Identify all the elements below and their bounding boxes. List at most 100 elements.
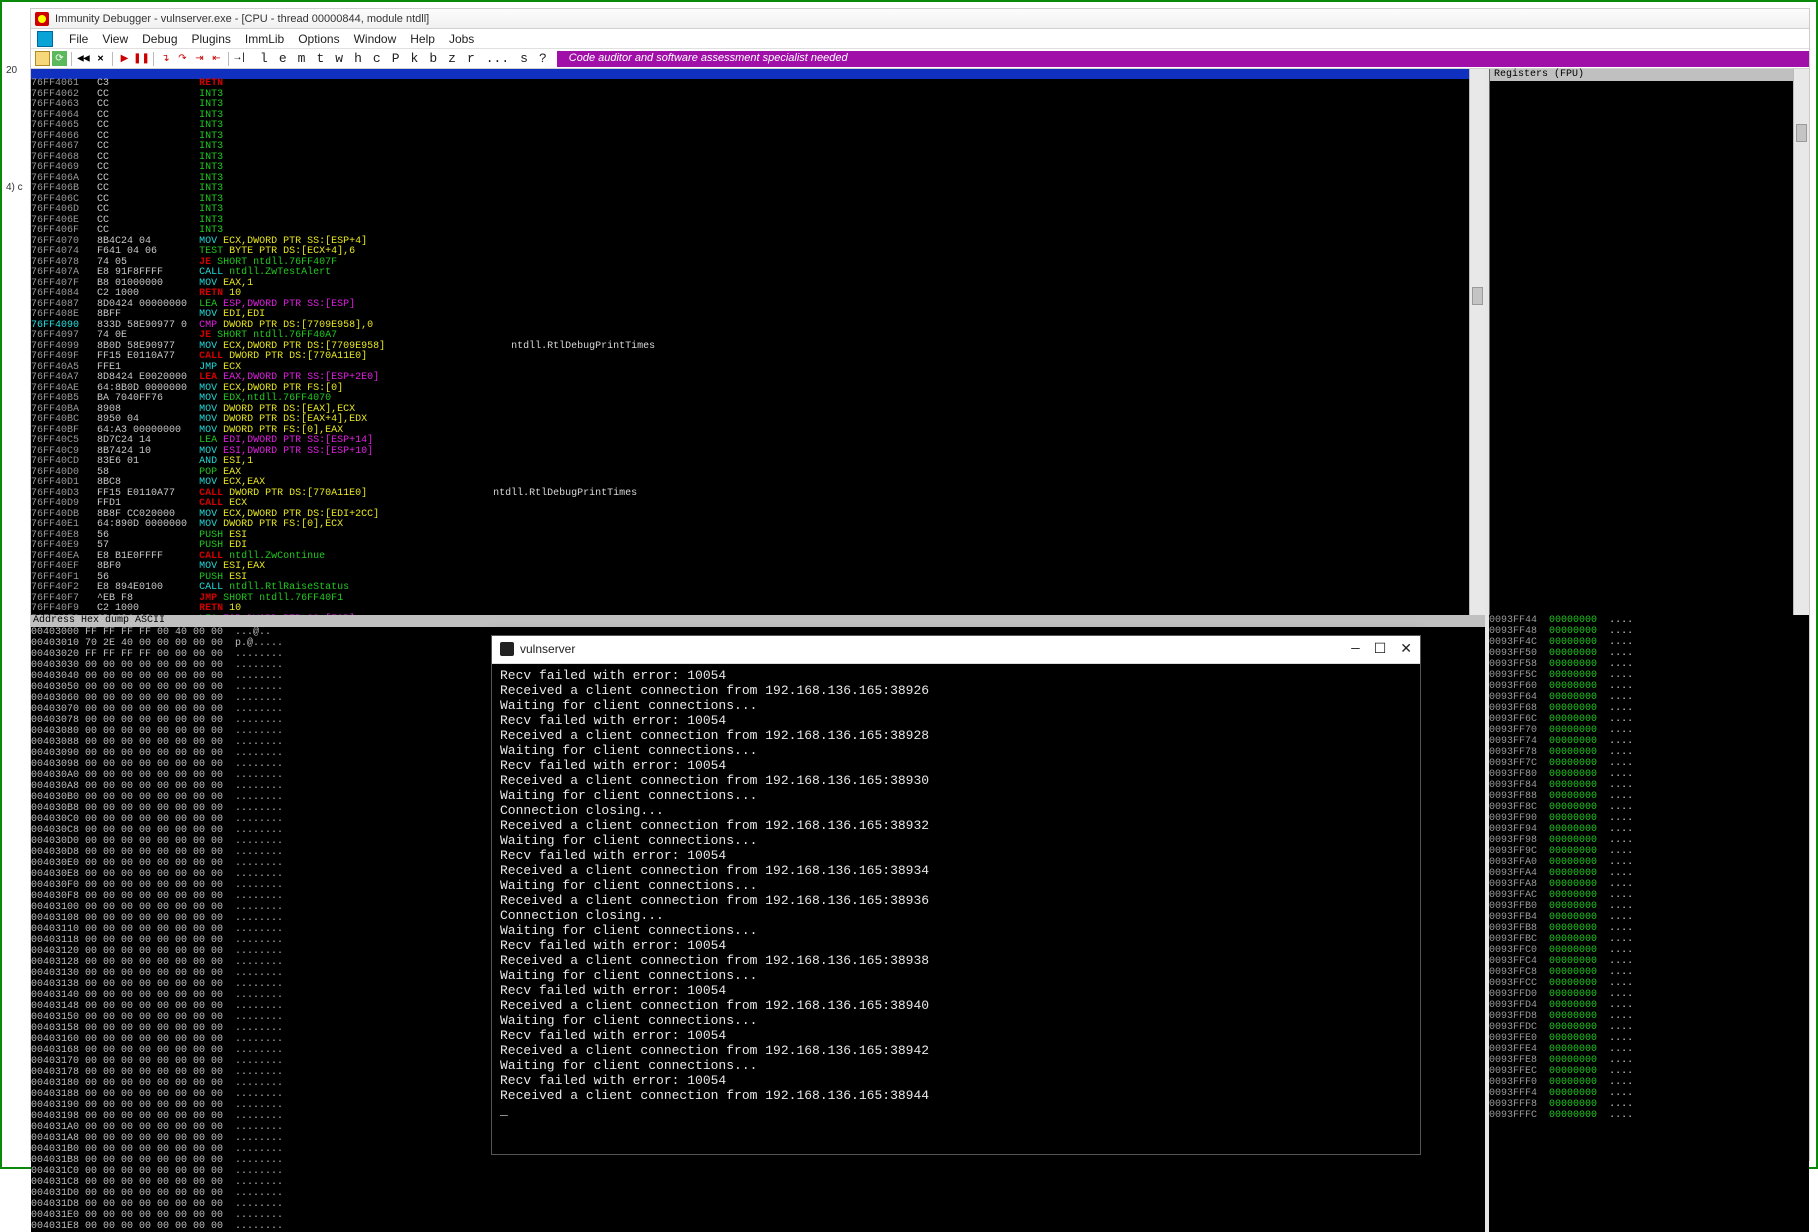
stack-row[interactable]: 0093FFB0 00000000 ....: [1489, 901, 1809, 912]
stack-row[interactable]: 0093FFDC 00000000 ....: [1489, 1022, 1809, 1033]
stack-row[interactable]: 0093FFF8 00000000 ....: [1489, 1099, 1809, 1110]
stack-row[interactable]: 0093FFA0 00000000 ....: [1489, 857, 1809, 868]
toolbar-letter-m[interactable]: m: [298, 51, 306, 66]
disasm-row[interactable]: 76FF40F7 ^EB F8 JMP SHORT ntdll.76FF40F1: [31, 594, 1485, 605]
close-button[interactable]: ✕: [1400, 641, 1412, 658]
menu-window[interactable]: Window: [354, 32, 397, 46]
toolbar-letter-h[interactable]: h: [354, 51, 362, 66]
dump-row[interactable]: 004031E0 00 00 00 00 00 00 00 00 .......…: [31, 1210, 1485, 1221]
disasm-row[interactable]: 76FF409F FF15 E0110A77 CALL DWORD PTR DS…: [31, 352, 1485, 363]
menu-immlib[interactable]: ImmLib: [245, 32, 284, 46]
step-over-button[interactable]: ↷: [175, 51, 190, 66]
stack-row[interactable]: 0093FFBC 00000000 ....: [1489, 934, 1809, 945]
stack-row[interactable]: 0093FF58 00000000 ....: [1489, 659, 1809, 670]
stack-row[interactable]: 0093FF50 00000000 ....: [1489, 648, 1809, 659]
stack-row[interactable]: 0093FF48 00000000 ....: [1489, 626, 1809, 637]
stack-row[interactable]: 0093FF78 00000000 ....: [1489, 747, 1809, 758]
toolbar-letter-P[interactable]: P: [392, 51, 400, 66]
open-button[interactable]: [35, 51, 50, 66]
maximize-button[interactable]: ☐: [1374, 641, 1387, 658]
dump-row[interactable]: 004031C0 00 00 00 00 00 00 00 00 .......…: [31, 1166, 1485, 1177]
scrollbar[interactable]: [1469, 69, 1485, 615]
stack-row[interactable]: 0093FFE8 00000000 ....: [1489, 1055, 1809, 1066]
stack-row[interactable]: 0093FF94 00000000 ....: [1489, 824, 1809, 835]
trace-over-button[interactable]: ⇤: [209, 51, 224, 66]
stack-row[interactable]: 0093FFA8 00000000 ....: [1489, 879, 1809, 890]
menu-debug[interactable]: Debug: [142, 32, 177, 46]
toolbar-letter-c[interactable]: c: [373, 51, 381, 66]
step-into-button[interactable]: ↴: [158, 51, 173, 66]
stack-row[interactable]: 0093FF84 00000000 ....: [1489, 780, 1809, 791]
stack-row[interactable]: 0093FFA4 00000000 ....: [1489, 868, 1809, 879]
stack-row[interactable]: 0093FF6C 00000000 ....: [1489, 714, 1809, 725]
toolbar-letter-w[interactable]: w: [335, 51, 343, 66]
stack-row[interactable]: 0093FFB8 00000000 ....: [1489, 923, 1809, 934]
dump-row[interactable]: 004031D0 00 00 00 00 00 00 00 00 .......…: [31, 1188, 1485, 1199]
stack-row[interactable]: 0093FF74 00000000 ....: [1489, 736, 1809, 747]
stack-row[interactable]: 0093FF68 00000000 ....: [1489, 703, 1809, 714]
titlebar[interactable]: Immunity Debugger - vulnserver.exe - [CP…: [31, 9, 1809, 29]
menu-view[interactable]: View: [102, 32, 128, 46]
stack-row[interactable]: 0093FFFC 00000000 ....: [1489, 1110, 1809, 1121]
stack-row[interactable]: 0093FF64 00000000 ....: [1489, 692, 1809, 703]
dump-row[interactable]: 004031E8 00 00 00 00 00 00 00 00 .......…: [31, 1221, 1485, 1232]
rewind-button[interactable]: ◀◀: [76, 51, 91, 66]
stack-row[interactable]: 0093FF5C 00000000 ....: [1489, 670, 1809, 681]
toolbar-letter-k[interactable]: k: [411, 51, 419, 66]
stack-row[interactable]: 0093FF7C 00000000 ....: [1489, 758, 1809, 769]
toolbar-letter-t[interactable]: t: [316, 51, 324, 66]
toolbar-letter-r[interactable]: r: [467, 51, 475, 66]
stack-row[interactable]: 0093FF60 00000000 ....: [1489, 681, 1809, 692]
disasm-row[interactable]: 76FF4069 CC INT3: [31, 163, 1485, 174]
toolbar-letter-?[interactable]: ?: [539, 51, 547, 66]
stack-row[interactable]: 0093FFC4 00000000 ....: [1489, 956, 1809, 967]
stack-row[interactable]: 0093FFAC 00000000 ....: [1489, 890, 1809, 901]
disassembly-pane[interactable]: 76FF4061 C3 RETN76FF4062 CC INT376FF4063…: [31, 69, 1489, 615]
stack-row[interactable]: 0093FFC8 00000000 ....: [1489, 967, 1809, 978]
stack-row[interactable]: 0093FF70 00000000 ....: [1489, 725, 1809, 736]
stack-row[interactable]: 0093FFD4 00000000 ....: [1489, 1000, 1809, 1011]
stack-row[interactable]: 0093FFE0 00000000 ....: [1489, 1033, 1809, 1044]
menu-plugins[interactable]: Plugins: [192, 32, 231, 46]
stack-row[interactable]: 0093FFE4 00000000 ....: [1489, 1044, 1809, 1055]
toolbar-letter-e[interactable]: e: [279, 51, 287, 66]
stack-row[interactable]: 0093FF8C 00000000 ....: [1489, 802, 1809, 813]
trace-into-button[interactable]: ⇥: [192, 51, 207, 66]
stack-row[interactable]: 0093FF88 00000000 ....: [1489, 791, 1809, 802]
system-menu-icon[interactable]: [37, 31, 53, 47]
disasm-row[interactable]: 76FF4067 CC INT3: [31, 142, 1485, 153]
registers-pane[interactable]: Registers (FPU): [1489, 69, 1809, 615]
disasm-row[interactable]: 76FF4065 CC INT3: [31, 121, 1485, 132]
toolbar-letter-...[interactable]: ...: [486, 51, 509, 66]
stack-row[interactable]: 0093FFF0 00000000 ....: [1489, 1077, 1809, 1088]
stack-pane[interactable]: 0093FF44 00000000 ....0093FF48 00000000 …: [1489, 615, 1809, 1232]
stack-row[interactable]: 0093FFB4 00000000 ....: [1489, 912, 1809, 923]
disasm-row[interactable]: 76FF40CD 83E6 01 AND ESI,1: [31, 457, 1485, 468]
stack-row[interactable]: 0093FFD8 00000000 ....: [1489, 1011, 1809, 1022]
stack-row[interactable]: 0093FFC0 00000000 ....: [1489, 945, 1809, 956]
toolbar-letter-l[interactable]: l: [260, 51, 268, 66]
disasm-row[interactable]: 76FF40E1 64:890D 0000000 MOV DWORD PTR F…: [31, 520, 1485, 531]
vulnserver-console-window[interactable]: vulnserver — ☐ ✕ Recv failed with error:…: [491, 635, 1421, 1155]
stack-row[interactable]: 0093FFD0 00000000 ....: [1489, 989, 1809, 1000]
disasm-row[interactable]: 76FF4061 C3 RETN: [31, 79, 1485, 90]
stack-row[interactable]: 0093FF90 00000000 ....: [1489, 813, 1809, 824]
minimize-button[interactable]: —: [1351, 641, 1359, 658]
disasm-row[interactable]: 76FF406D CC INT3: [31, 205, 1485, 216]
close-button[interactable]: ✕: [93, 51, 108, 66]
dump-row[interactable]: 004031B8 00 00 00 00 00 00 00 00 .......…: [31, 1155, 1485, 1166]
disasm-row[interactable]: 76FF406B CC INT3: [31, 184, 1485, 195]
stack-row[interactable]: 0093FF80 00000000 ....: [1489, 769, 1809, 780]
toolbar-letter-s[interactable]: s: [520, 51, 528, 66]
menu-help[interactable]: Help: [410, 32, 435, 46]
disasm-row[interactable]: 76FF4066 CC INT3: [31, 132, 1485, 143]
stack-row[interactable]: 0093FFCC 00000000 ....: [1489, 978, 1809, 989]
run-button[interactable]: ▶: [117, 51, 132, 66]
scrollbar[interactable]: [1793, 69, 1809, 615]
disasm-row[interactable]: 76FF4063 CC INT3: [31, 100, 1485, 111]
disasm-row[interactable]: 76FF4068 CC INT3: [31, 153, 1485, 164]
disasm-row[interactable]: 76FF407F B8 01000000 MOV EAX,1: [31, 279, 1485, 290]
disasm-row[interactable]: 76FF406E CC INT3: [31, 216, 1485, 227]
menu-file[interactable]: File: [69, 32, 88, 46]
toolbar-letter-b[interactable]: b: [429, 51, 437, 66]
